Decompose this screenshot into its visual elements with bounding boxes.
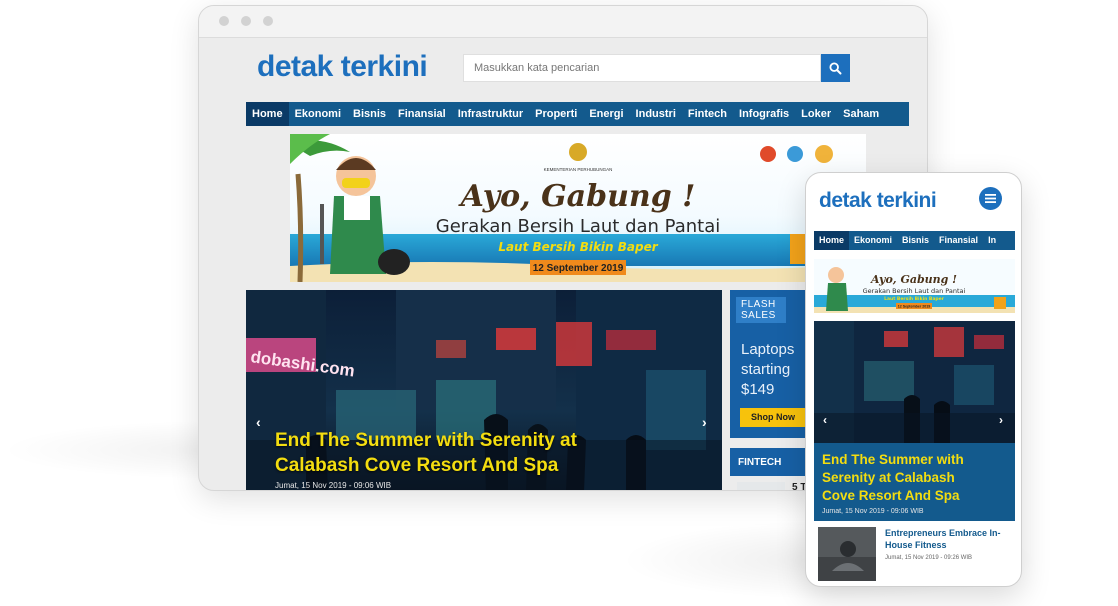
chevron-right-icon[interactable]: › <box>702 414 707 430</box>
hamburger-menu-icon <box>985 194 996 203</box>
chevron-left-icon[interactable]: ‹ <box>256 414 261 430</box>
flash-sale-text: Laptops starting $149 <box>741 340 794 400</box>
mobile-ad-banner[interactable]: Ayo, Gabung ! Gerakan Bersih Laut dan Pa… <box>814 259 1015 313</box>
mobile-nav-item-ekonomi[interactable]: Ekonomi <box>849 231 897 250</box>
mobile-hero-title-line: Serenity at Calabash <box>822 470 955 485</box>
mobile-chevron-left-icon[interactable]: ‹ <box>823 413 827 427</box>
browser-titlebar <box>199 6 927 38</box>
mobile-chevron-right-icon[interactable]: › <box>999 413 1003 427</box>
mobile-nav-item-finansial[interactable]: Finansial <box>934 231 983 250</box>
article-date: Jumat, 15 Nov 2019 - 09:26 WIB <box>885 555 973 561</box>
mobile-hero-date: Jumat, 15 Nov 2019 - 09:06 WIB <box>822 508 924 515</box>
fintech-section-header[interactable]: FINTECH <box>730 448 810 476</box>
mobile-nav-item-bisnis[interactable]: Bisnis <box>897 231 934 250</box>
flash-sale-ad[interactable]: FLASH SALES Laptops starting $149 Shop N… <box>730 290 810 438</box>
mobile-banner-headline: Ayo, Gabung ! <box>870 273 957 286</box>
search-button[interactable] <box>821 54 850 82</box>
mobile-banner-date: 12 September 2019 <box>898 305 931 309</box>
article-thumbnail-image <box>818 527 876 581</box>
site-header: detak terkini <box>199 38 927 100</box>
article-thumbnail[interactable] <box>818 527 876 581</box>
flash-price: $149 <box>741 381 775 398</box>
banner-artwork: KEMENTERIAN PERHUBUNGAN Ayo, Gabung ! Ge… <box>290 134 866 282</box>
mobile-device: detak terkini Home Ekonomi Bisnis Finans… <box>805 172 1022 587</box>
mobile-hero-title-line: Cove Resort And Spa <box>822 488 960 503</box>
hero-title-line: End The Summer with Serenity at <box>275 430 577 451</box>
shop-now-button[interactable]: Shop Now <box>740 408 806 427</box>
site-logo[interactable]: detak terkini <box>257 50 428 84</box>
mobile-hero-caption[interactable]: End The Summer with Serenity at Calabash… <box>814 443 1015 521</box>
hero-slider[interactable]: dobashi.com ‹ › End The Summer with Sere… <box>246 290 722 490</box>
mobile-nav-item-home[interactable]: Home <box>814 231 850 250</box>
nav-item-infografis[interactable]: Infografis <box>733 102 795 126</box>
window-dot <box>241 16 251 26</box>
fintech-thumbnail[interactable] <box>737 482 785 490</box>
nav-item-ekonomi[interactable]: Ekonomi <box>289 102 347 126</box>
flash-tag-line: SALES <box>741 310 776 321</box>
mobile-banner-artwork: Ayo, Gabung ! Gerakan Bersih Laut dan Pa… <box>814 259 1015 313</box>
flash-sale-tag: FLASH SALES <box>736 297 786 323</box>
nav-item-industri[interactable]: Industri <box>630 102 682 126</box>
showcase-stage: detak terkini Home Ekonomi Bisnis Finans… <box>0 0 1118 606</box>
ad-banner[interactable]: KEMENTERIAN PERHUBUNGAN Ayo, Gabung ! Ge… <box>290 134 866 282</box>
mobile-banner-subtitle: Gerakan Bersih Laut dan Pantai <box>863 287 966 295</box>
mobile-nav-item-more[interactable]: In <box>983 231 1001 250</box>
nav-item-finansial[interactable]: Finansial <box>392 102 452 126</box>
mobile-nav: Home Ekonomi Bisnis Finansial In <box>814 231 1015 250</box>
article-title[interactable]: Entrepreneurs Embrace In-House Fitness <box>885 527 1005 551</box>
window-dot <box>263 16 273 26</box>
banner-subtitle: Gerakan Bersih Laut dan Pantai <box>436 216 720 237</box>
menu-button[interactable] <box>979 187 1002 210</box>
banner-tagline: Laut Bersih Bikin Baper <box>498 240 658 254</box>
banner-headline: Ayo, Gabung ! <box>458 179 696 214</box>
nav-item-infrastruktur[interactable]: Infrastruktur <box>452 102 529 126</box>
mobile-hero-image <box>814 321 1015 443</box>
nav-item-loker[interactable]: Loker <box>795 102 837 126</box>
banner-date: 12 September 2019 <box>533 263 624 274</box>
mobile-hero-slider[interactable]: ‹ › <box>814 321 1015 443</box>
hero-title[interactable]: End The Summer with Serenity at Calabash… <box>275 428 577 478</box>
nav-item-bisnis[interactable]: Bisnis <box>347 102 392 126</box>
mobile-site-logo[interactable]: detak terkini <box>819 189 937 213</box>
search-input[interactable] <box>463 54 821 82</box>
window-dot <box>219 16 229 26</box>
nav-item-properti[interactable]: Properti <box>529 102 583 126</box>
mobile-hero-title-line: End The Summer with <box>822 452 964 467</box>
nav-item-fintech[interactable]: Fintech <box>682 102 733 126</box>
flash-line: Laptops <box>741 341 795 358</box>
hero-title-line: Calabash Cove Resort And Spa <box>275 455 559 476</box>
nav-item-energi[interactable]: Energi <box>583 102 629 126</box>
nav-item-home[interactable]: Home <box>246 102 289 126</box>
search-icon <box>829 61 842 74</box>
banner-org: KEMENTERIAN PERHUBUNGAN <box>544 167 613 172</box>
flash-tag-line: FLASH <box>741 299 776 310</box>
nav-item-saham[interactable]: Saham <box>837 102 885 126</box>
mobile-banner-tagline: Laut Bersih Bikin Baper <box>884 296 945 302</box>
flash-line: starting <box>741 361 791 378</box>
hero-date: Jumat, 15 Nov 2019 - 09:06 WIB <box>275 481 392 490</box>
mobile-hero-title: End The Summer with Serenity at Calabash… <box>822 451 964 505</box>
main-nav: Home Ekonomi Bisnis Finansial Infrastruk… <box>246 102 909 126</box>
